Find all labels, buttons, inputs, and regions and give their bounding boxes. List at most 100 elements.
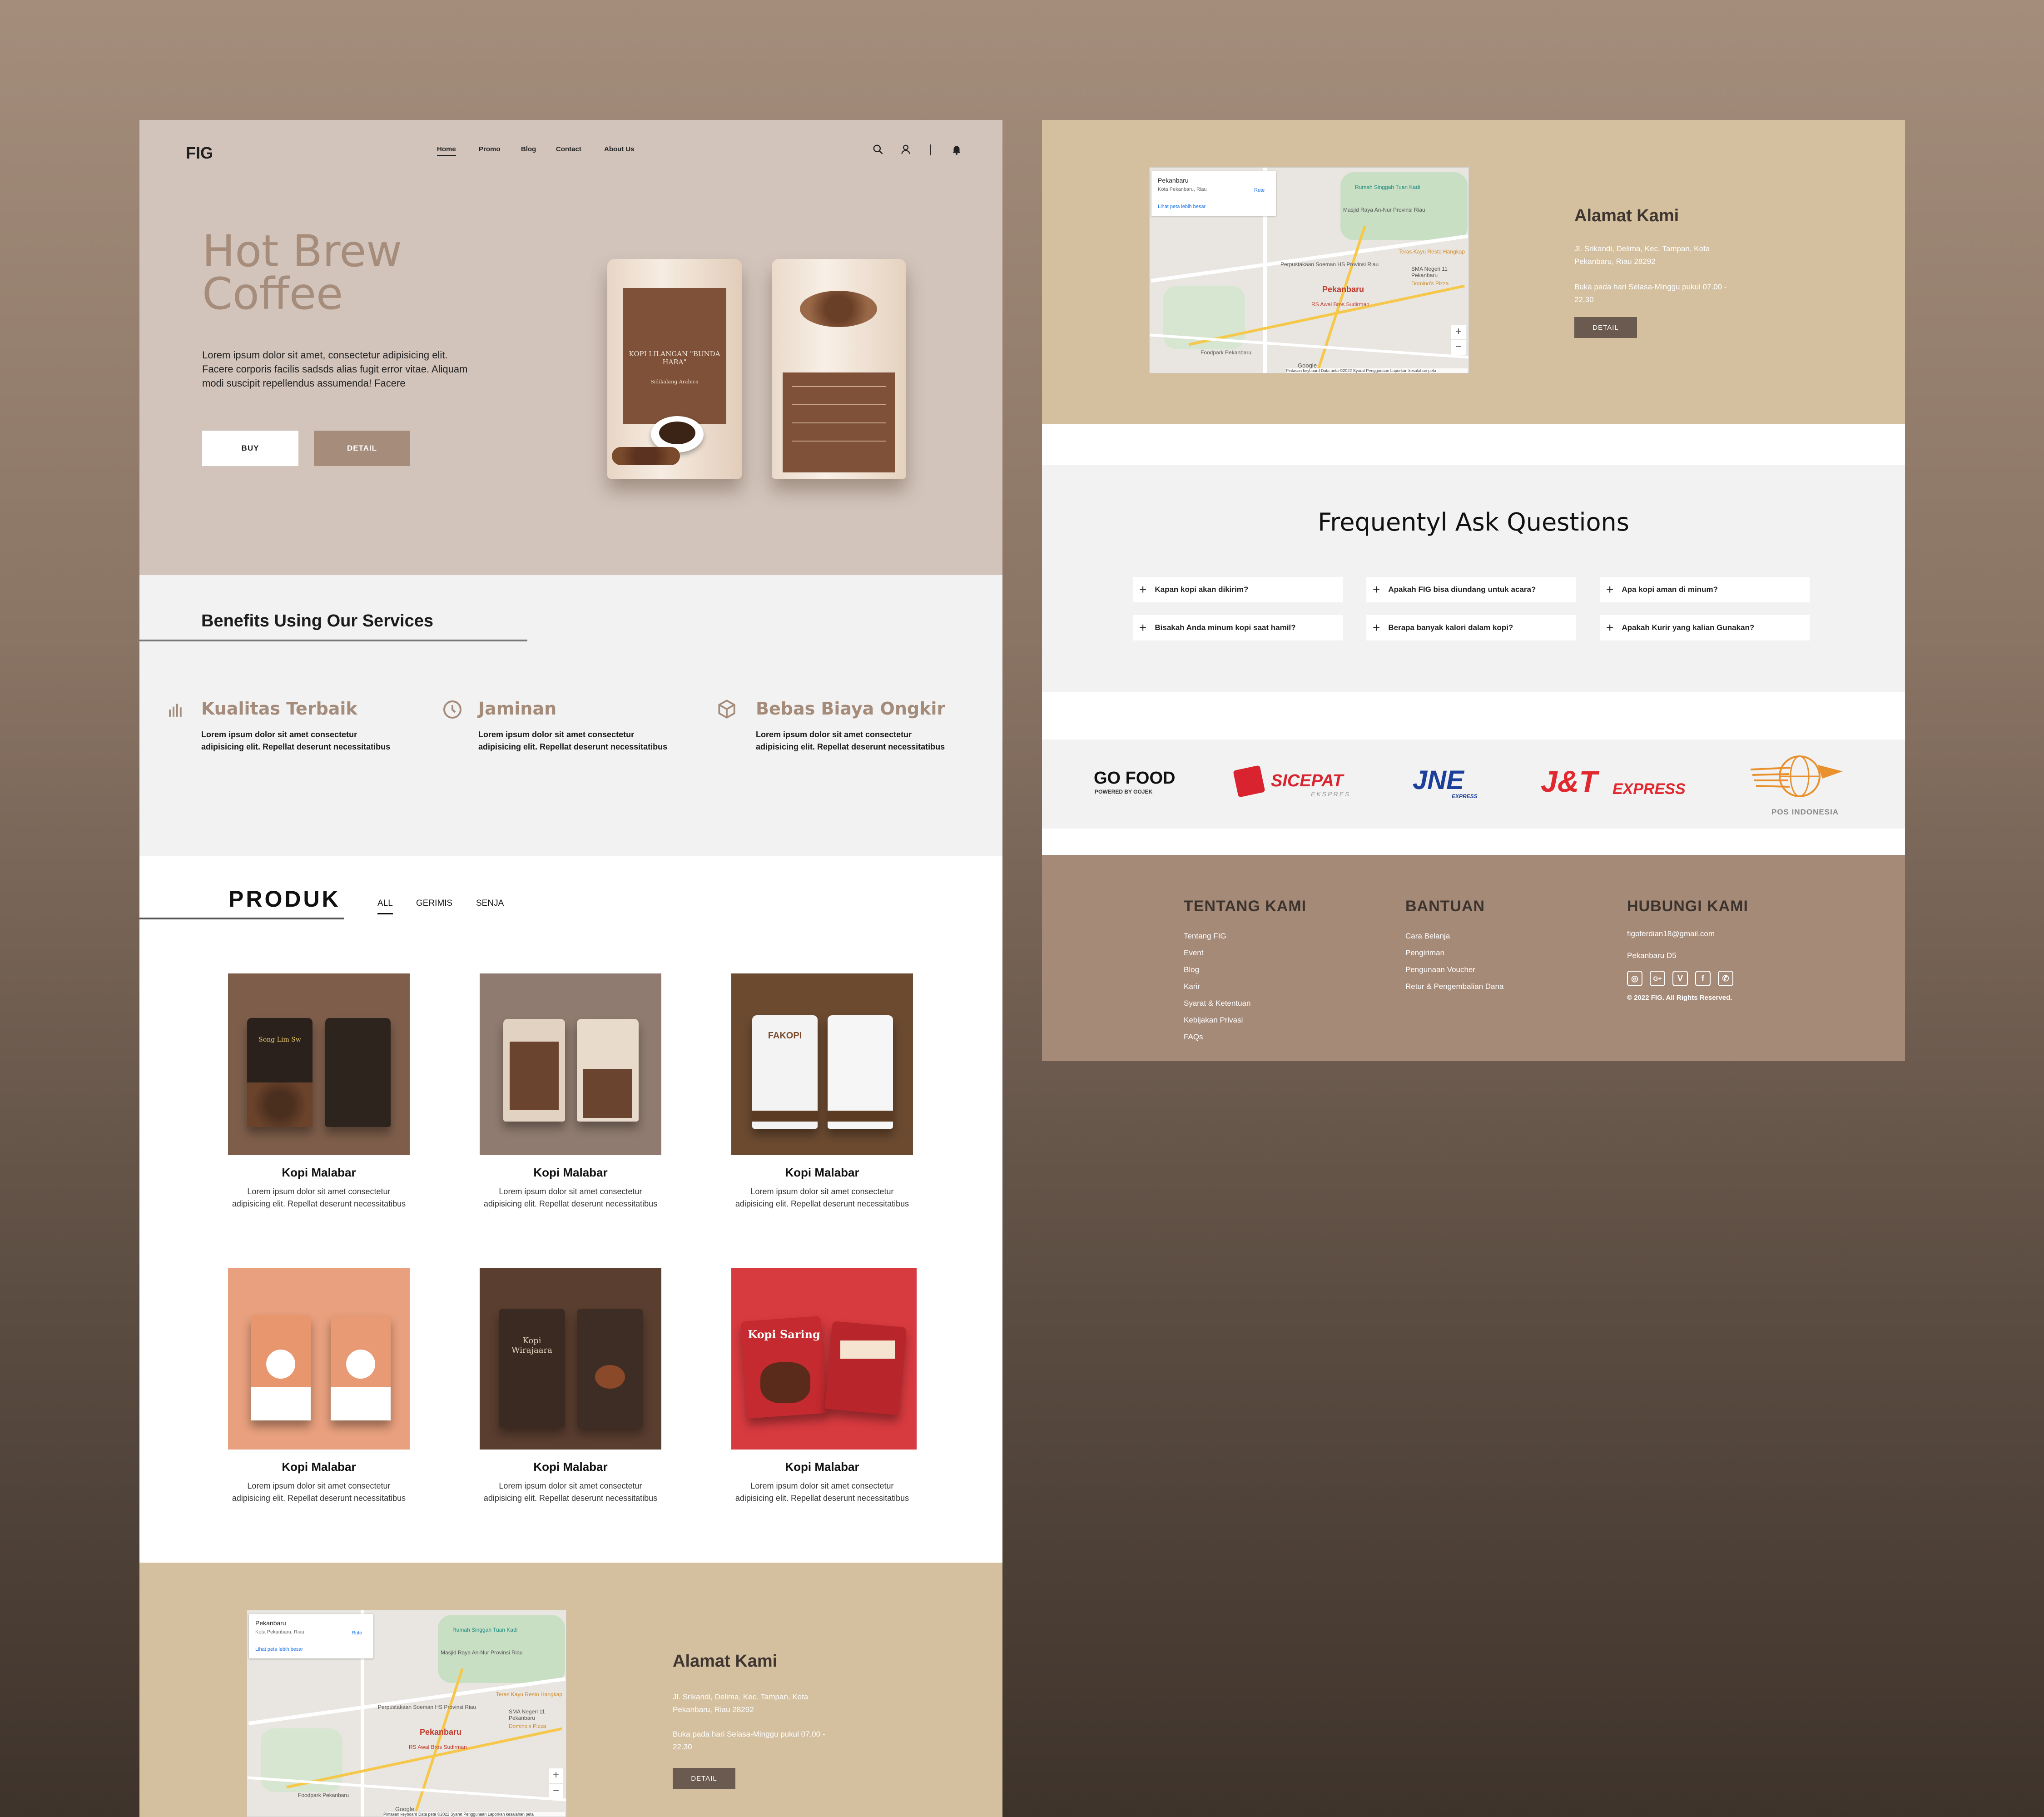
site-logo[interactable]: FIG <box>186 144 213 163</box>
footer-link[interactable]: Karir <box>1184 978 1250 995</box>
clock-icon <box>443 700 461 719</box>
faq-item[interactable]: + Berapa banyak kalori dalam kopi? <box>1366 615 1576 640</box>
footer-link[interactable]: Syarat & Ketentuan <box>1184 995 1250 1012</box>
product-description: Lorem ipsum dolor sit amet consectetur a… <box>735 1481 909 1503</box>
location-detail-button[interactable]: DETAIL <box>1574 317 1637 338</box>
nav-home[interactable]: Home <box>437 145 456 156</box>
hero-title-line1: Hot Brew <box>202 226 402 277</box>
pos-indonesia-logo-mark <box>1750 755 1843 797</box>
map-zoom-in[interactable]: + <box>1451 325 1466 339</box>
map-info-card: Pekanbaru Kota Pekanbaru, Riau Lihat pet… <box>1151 171 1276 216</box>
pouch-back-info-panel <box>783 372 895 472</box>
footer-location: Pekanbaru D5 <box>1627 951 1677 960</box>
google-map[interactable]: Pekanbaru Kota Pekanbaru, Riau Lihat pet… <box>1149 167 1469 373</box>
product-name[interactable]: Kopi Malabar <box>480 1166 661 1180</box>
vimeo-icon[interactable]: V <box>1672 971 1688 986</box>
user-icon[interactable] <box>900 144 912 155</box>
faq-item[interactable]: + Bisakah Anda minum kopi saat hamil? <box>1133 615 1343 640</box>
buy-button[interactable]: BUY <box>202 431 298 466</box>
map-footer: Pintasan keyboard Data peta ©2022 Syarat… <box>1286 368 1468 373</box>
product-image[interactable]: FAKOPI <box>731 973 913 1155</box>
product-image[interactable]: Song Lim Sw <box>228 973 410 1155</box>
footer: TENTANG KAMI Tentang FIG Event Blog Kari… <box>1042 855 1905 1061</box>
plus-icon: + <box>1606 621 1614 635</box>
sicepat-mark <box>1233 765 1265 798</box>
product-image[interactable]: Kopi Saring <box>731 1268 917 1450</box>
hero-description: Lorem ipsum dolor sit amet, consectetur … <box>202 349 468 389</box>
filter-gerimis[interactable]: GERIMIS <box>416 899 452 908</box>
plus-icon: + <box>1139 621 1147 635</box>
filter-all[interactable]: ALL <box>377 899 393 914</box>
product-name[interactable]: Kopi Malabar <box>731 1166 913 1180</box>
header-divider <box>930 144 931 155</box>
products-title: PRODUK <box>228 886 341 912</box>
facebook-icon[interactable]: f <box>1695 971 1711 986</box>
address-title: Alamat Kami <box>673 1652 778 1671</box>
whatsapp-icon[interactable]: ✆ <box>1718 971 1733 986</box>
jne-logo: JNE <box>1413 765 1464 795</box>
footer-link[interactable]: Blog <box>1184 961 1250 978</box>
faq-section: Frequentyl Ask Questions + Kapan kopi aka… <box>1042 465 1905 692</box>
plus-icon: + <box>1606 582 1614 596</box>
map-zoom-out[interactable]: − <box>1451 340 1466 355</box>
nav-contact[interactable]: Contact <box>556 145 581 153</box>
footer-link[interactable]: Event <box>1184 944 1250 961</box>
map-larger-link[interactable]: Lihat peta lebih besar <box>1158 204 1206 209</box>
hero-detail-button[interactable]: DETAIL <box>314 431 410 466</box>
product-name[interactable]: Kopi Malabar <box>731 1460 913 1474</box>
faq-item[interactable]: + Kapan kopi akan dikirim? <box>1133 577 1343 602</box>
product-image[interactable]: Kopi Wirajaara <box>480 1268 661 1450</box>
address-text: Jl. Srikandi, Delima, Kec. Tampan, Kota … <box>673 1693 809 1714</box>
opening-hours: Buka pada hari Selasa-Minggu pukul 07.00… <box>673 1730 825 1751</box>
faq-item[interactable]: + Apakah Kurir yang kalian Gunakan? <box>1600 615 1810 640</box>
product-image[interactable] <box>480 973 661 1155</box>
plus-icon: + <box>1373 621 1380 635</box>
product-name[interactable]: Kopi Malabar <box>228 1460 410 1474</box>
hero-title: Hot Brew Coffee <box>202 226 520 316</box>
plus-icon: + <box>1373 582 1380 596</box>
nav-promo[interactable]: Promo <box>479 145 501 153</box>
google-map[interactable]: Pekanbaru Kota Pekanbaru, Riau Lihat pet… <box>247 1610 566 1817</box>
map-larger-link[interactable]: Lihat peta lebih besar <box>255 1647 303 1652</box>
benefits-title: Benefits Using Our Services <box>201 611 434 630</box>
pouch-front-title: KOPI LILANGAN "BUNDA HARA" <box>629 350 720 366</box>
product-name[interactable]: Kopi Malabar <box>480 1460 661 1474</box>
footer-link[interactable]: Tentang FIG <box>1184 928 1250 944</box>
footer-link[interactable]: Cara Belanja <box>1405 928 1503 944</box>
product-image[interactable] <box>228 1268 410 1450</box>
benefit-text-shipping: Lorem ipsum dolor sit amet consectetur a… <box>756 730 945 751</box>
google-logo: Google <box>395 1806 414 1812</box>
instagram-icon[interactable]: ◎ <box>1627 971 1642 986</box>
footer-link[interactable]: FAQs <box>1184 1028 1250 1045</box>
footer-contact-title: HUBUNGI KAMI <box>1627 898 1748 915</box>
jnt-express: EXPRESS <box>1612 780 1686 798</box>
google-plus-icon[interactable]: G+ <box>1650 971 1665 986</box>
footer-help-links: Cara Belanja Pengiriman Pengunaan Vouche… <box>1405 928 1503 995</box>
nav-blog[interactable]: Blog <box>521 145 536 153</box>
footer-link[interactable]: Pengunaan Voucher <box>1405 961 1503 978</box>
footer-about-links: Tentang FIG Event Blog Karir Syarat & Ke… <box>1184 928 1250 1045</box>
footer-link[interactable]: Kebijakan Privasi <box>1184 1012 1250 1028</box>
partners-section: GO FOOD POWERED BY GOJEK SICEPAT EKSPRES… <box>1042 740 1905 829</box>
product-name[interactable]: Kopi Malabar <box>228 1166 410 1180</box>
location-detail-button[interactable]: DETAIL <box>673 1768 735 1789</box>
filter-senja[interactable]: SENJA <box>476 899 504 908</box>
search-icon[interactable] <box>872 144 884 155</box>
faq-item[interactable]: + Apa kopi aman di minum? <box>1600 577 1810 602</box>
map-route-link[interactable]: Rute <box>352 1630 362 1636</box>
footer-email[interactable]: figoferdian18@gmail.com <box>1627 925 1715 942</box>
footer-link[interactable]: Pengiriman <box>1405 944 1503 961</box>
map-zoom-out[interactable]: − <box>549 1784 563 1798</box>
nav-about[interactable]: About Us <box>604 145 635 153</box>
box-icon <box>718 700 735 719</box>
plus-icon: + <box>1139 582 1147 596</box>
benefit-title-quality: Kualitas Terbaik <box>201 699 357 719</box>
faq-item[interactable]: + Apakah FIG bisa diundang untuk acara? <box>1366 577 1576 602</box>
opening-hours: Buka pada hari Selasa-Minggu pukul 07.00… <box>1574 283 1727 304</box>
map-zoom-in[interactable]: + <box>549 1768 563 1783</box>
benefit-text-guarantee: Lorem ipsum dolor sit amet consectetur a… <box>478 730 668 751</box>
footer-link[interactable]: Retur & Pengembalian Dana <box>1405 978 1503 995</box>
bell-icon[interactable] <box>951 144 962 155</box>
map-route-link[interactable]: Rute <box>1254 188 1265 193</box>
location-section: Pekanbaru Kota Pekanbaru, Riau Lihat pet… <box>139 1563 1002 1817</box>
